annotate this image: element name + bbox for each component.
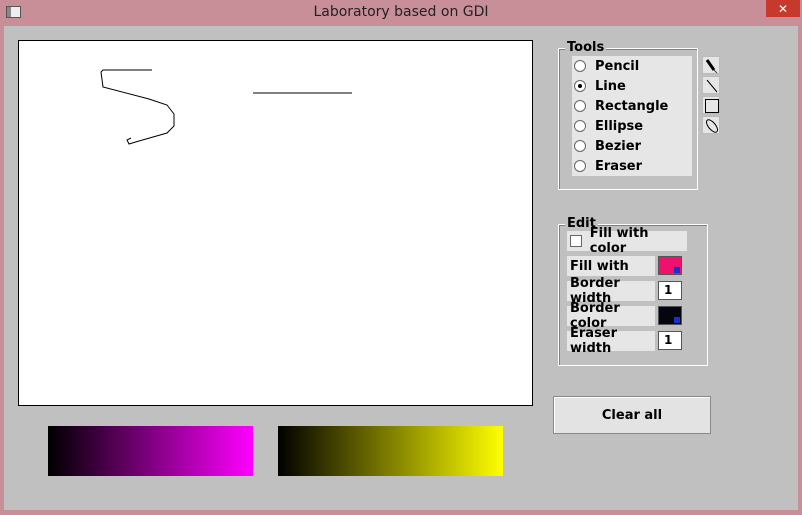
border-color-row: Border color <box>567 301 655 331</box>
rectangle-icon[interactable] <box>702 96 720 114</box>
canvas-drawing <box>100 69 352 145</box>
pencil-stroke <box>100 69 175 145</box>
client-area: Tools Pencil Line Rectangle Ellipse Bezi… <box>4 26 798 510</box>
radio-rectangle[interactable]: Rectangle <box>574 96 668 116</box>
swatch-corner <box>674 317 680 323</box>
radio-eraser[interactable]: Eraser <box>574 156 642 176</box>
radio-label: Line <box>595 78 626 94</box>
tools-group: Tools Pencil Line Rectangle Ellipse Bezi… <box>558 41 698 190</box>
radio-pencil[interactable]: Pencil <box>574 56 639 76</box>
radio-label: Bezier <box>595 138 641 154</box>
radio-button[interactable] <box>574 140 586 152</box>
eraser-width-input[interactable]: 1 <box>658 331 682 350</box>
tools-group-label: Tools <box>565 40 607 55</box>
radio-button[interactable] <box>574 60 586 72</box>
border-color-gradient <box>278 426 503 476</box>
radio-label: Ellipse <box>595 118 644 134</box>
close-button[interactable]: ✕ <box>766 0 800 17</box>
radio-label: Eraser <box>595 158 643 174</box>
radio-label: Rectangle <box>595 98 669 114</box>
fill-with-label: Fill with <box>570 258 629 274</box>
radio-button[interactable] <box>574 160 586 172</box>
fill-with-color-checkbox[interactable] <box>570 235 582 247</box>
tools-radio-panel: Pencil Line Rectangle Ellipse Bezier Era… <box>572 56 692 176</box>
radio-label: Pencil <box>595 58 640 74</box>
fill-color-swatch[interactable] <box>658 256 682 275</box>
swatch-corner <box>674 267 680 273</box>
radio-line[interactable]: Line <box>574 76 626 96</box>
ellipse-icon[interactable] <box>702 116 720 134</box>
border-width-row: Border width <box>567 276 655 306</box>
border-color-swatch[interactable] <box>658 306 682 325</box>
line-icon[interactable] <box>702 76 720 94</box>
radio-button[interactable] <box>574 120 586 132</box>
radio-ellipse[interactable]: Ellipse <box>574 116 643 136</box>
fill-with-row: Fill with <box>567 256 655 276</box>
pencil-icon[interactable] <box>702 56 720 74</box>
fill-color-gradient <box>48 426 253 476</box>
window-title: Laboratory based on GDI <box>313 4 489 20</box>
clear-all-button[interactable]: Clear all <box>553 396 711 434</box>
radio-button[interactable] <box>574 100 586 112</box>
border-width-input[interactable]: 1 <box>658 281 682 300</box>
tool-icon-strip <box>702 56 722 136</box>
edit-group: Edit Fill with color Fill with Border wi… <box>558 217 708 366</box>
eraser-width-label: Eraser width <box>570 326 618 356</box>
radio-button[interactable] <box>574 80 586 92</box>
fill-with-color-label: Fill with color <box>589 226 649 256</box>
drawing-canvas[interactable] <box>18 40 533 406</box>
title-bar: Laboratory based on GDI ✕ <box>0 0 802 26</box>
eraser-width-row: Eraser width <box>567 326 655 356</box>
radio-bezier[interactable]: Bezier <box>574 136 641 156</box>
fill-with-color-checkbox-row[interactable]: Fill with color <box>567 226 687 256</box>
